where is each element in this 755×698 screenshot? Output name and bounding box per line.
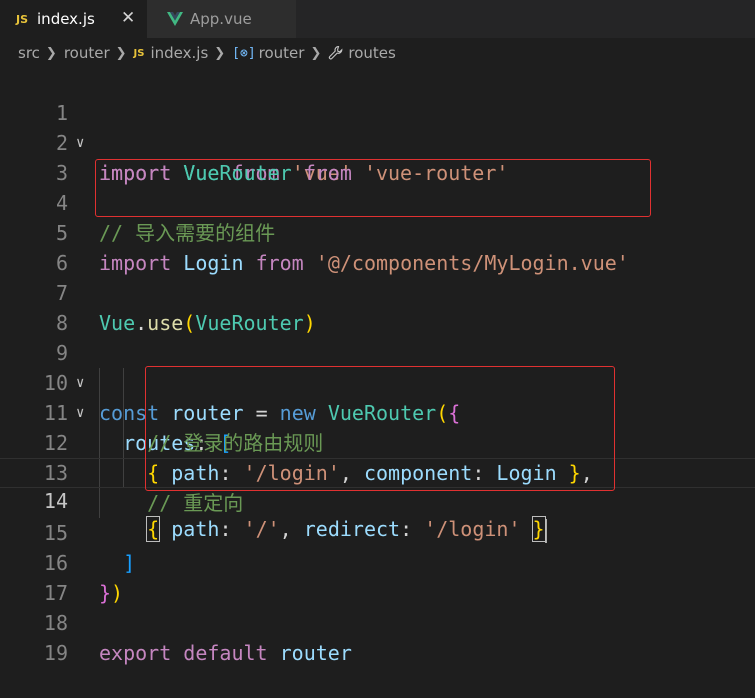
code-token: default bbox=[183, 641, 268, 665]
chevron-right-icon: ❯ bbox=[115, 45, 127, 61]
breadcrumb-router-folder[interactable]: router bbox=[64, 44, 110, 62]
vue-file-icon bbox=[167, 12, 183, 26]
tab-index-js[interactable]: JS index.js ✕ bbox=[0, 0, 147, 38]
js-file-icon: JS bbox=[133, 47, 145, 59]
breadcrumb: src ❯ router ❯ JS index.js ❯ [⊗] router … bbox=[0, 38, 755, 68]
code-line[interactable]: 8 bbox=[0, 278, 755, 335]
chevron-right-icon: ❯ bbox=[214, 45, 226, 61]
close-icon[interactable]: ✕ bbox=[121, 8, 135, 28]
code-line[interactable]: 18 export default router bbox=[0, 578, 755, 665]
chevron-right-icon: ❯ bbox=[310, 45, 322, 61]
breadcrumb-symbol-router[interactable]: router bbox=[259, 44, 305, 62]
breadcrumb-src[interactable]: src bbox=[18, 44, 40, 62]
code-token: export bbox=[99, 641, 172, 665]
chevron-right-icon: ❯ bbox=[45, 45, 57, 61]
code-line[interactable]: 17 bbox=[0, 548, 755, 605]
variable-icon: [⊗] bbox=[232, 45, 256, 61]
code-line[interactable]: 9 ∨ const router = new VueRouter({ bbox=[0, 308, 755, 425]
code-token: router bbox=[279, 641, 352, 665]
code-line[interactable]: 6 bbox=[0, 218, 755, 275]
tab-bar: JS index.js ✕ App.vue bbox=[0, 0, 755, 38]
code-line[interactable]: 3 bbox=[0, 128, 755, 185]
breadcrumb-routes[interactable]: routes bbox=[348, 44, 395, 62]
wrench-icon bbox=[329, 45, 343, 60]
code-line[interactable]: 19 bbox=[0, 608, 755, 665]
tab-label: index.js bbox=[37, 10, 95, 28]
code-line[interactable]: 7 Vue.use(VueRouter) bbox=[0, 248, 755, 335]
js-file-icon: JS bbox=[16, 12, 29, 26]
code-line[interactable]: 2 import VueRouter from 'vue-router' bbox=[0, 98, 755, 185]
code-line[interactable]: 16 }) bbox=[0, 518, 755, 605]
code-editor[interactable]: 1 ∨ import Vue from 'vue' 2 import VueRo… bbox=[0, 68, 755, 665]
code-line[interactable]: 1 ∨ import Vue from 'vue' bbox=[0, 68, 755, 185]
line-number: 19 bbox=[43, 641, 68, 665]
highlight-box-import bbox=[95, 159, 651, 217]
highlight-box-routes bbox=[145, 366, 615, 491]
code-line[interactable]: 15 ] bbox=[0, 488, 755, 575]
tab-label: App.vue bbox=[190, 10, 252, 28]
code-line[interactable]: 10 ∨ routes: [ bbox=[0, 338, 755, 455]
breadcrumb-file[interactable]: index.js bbox=[150, 44, 208, 62]
tab-app-vue[interactable]: App.vue bbox=[147, 0, 297, 38]
